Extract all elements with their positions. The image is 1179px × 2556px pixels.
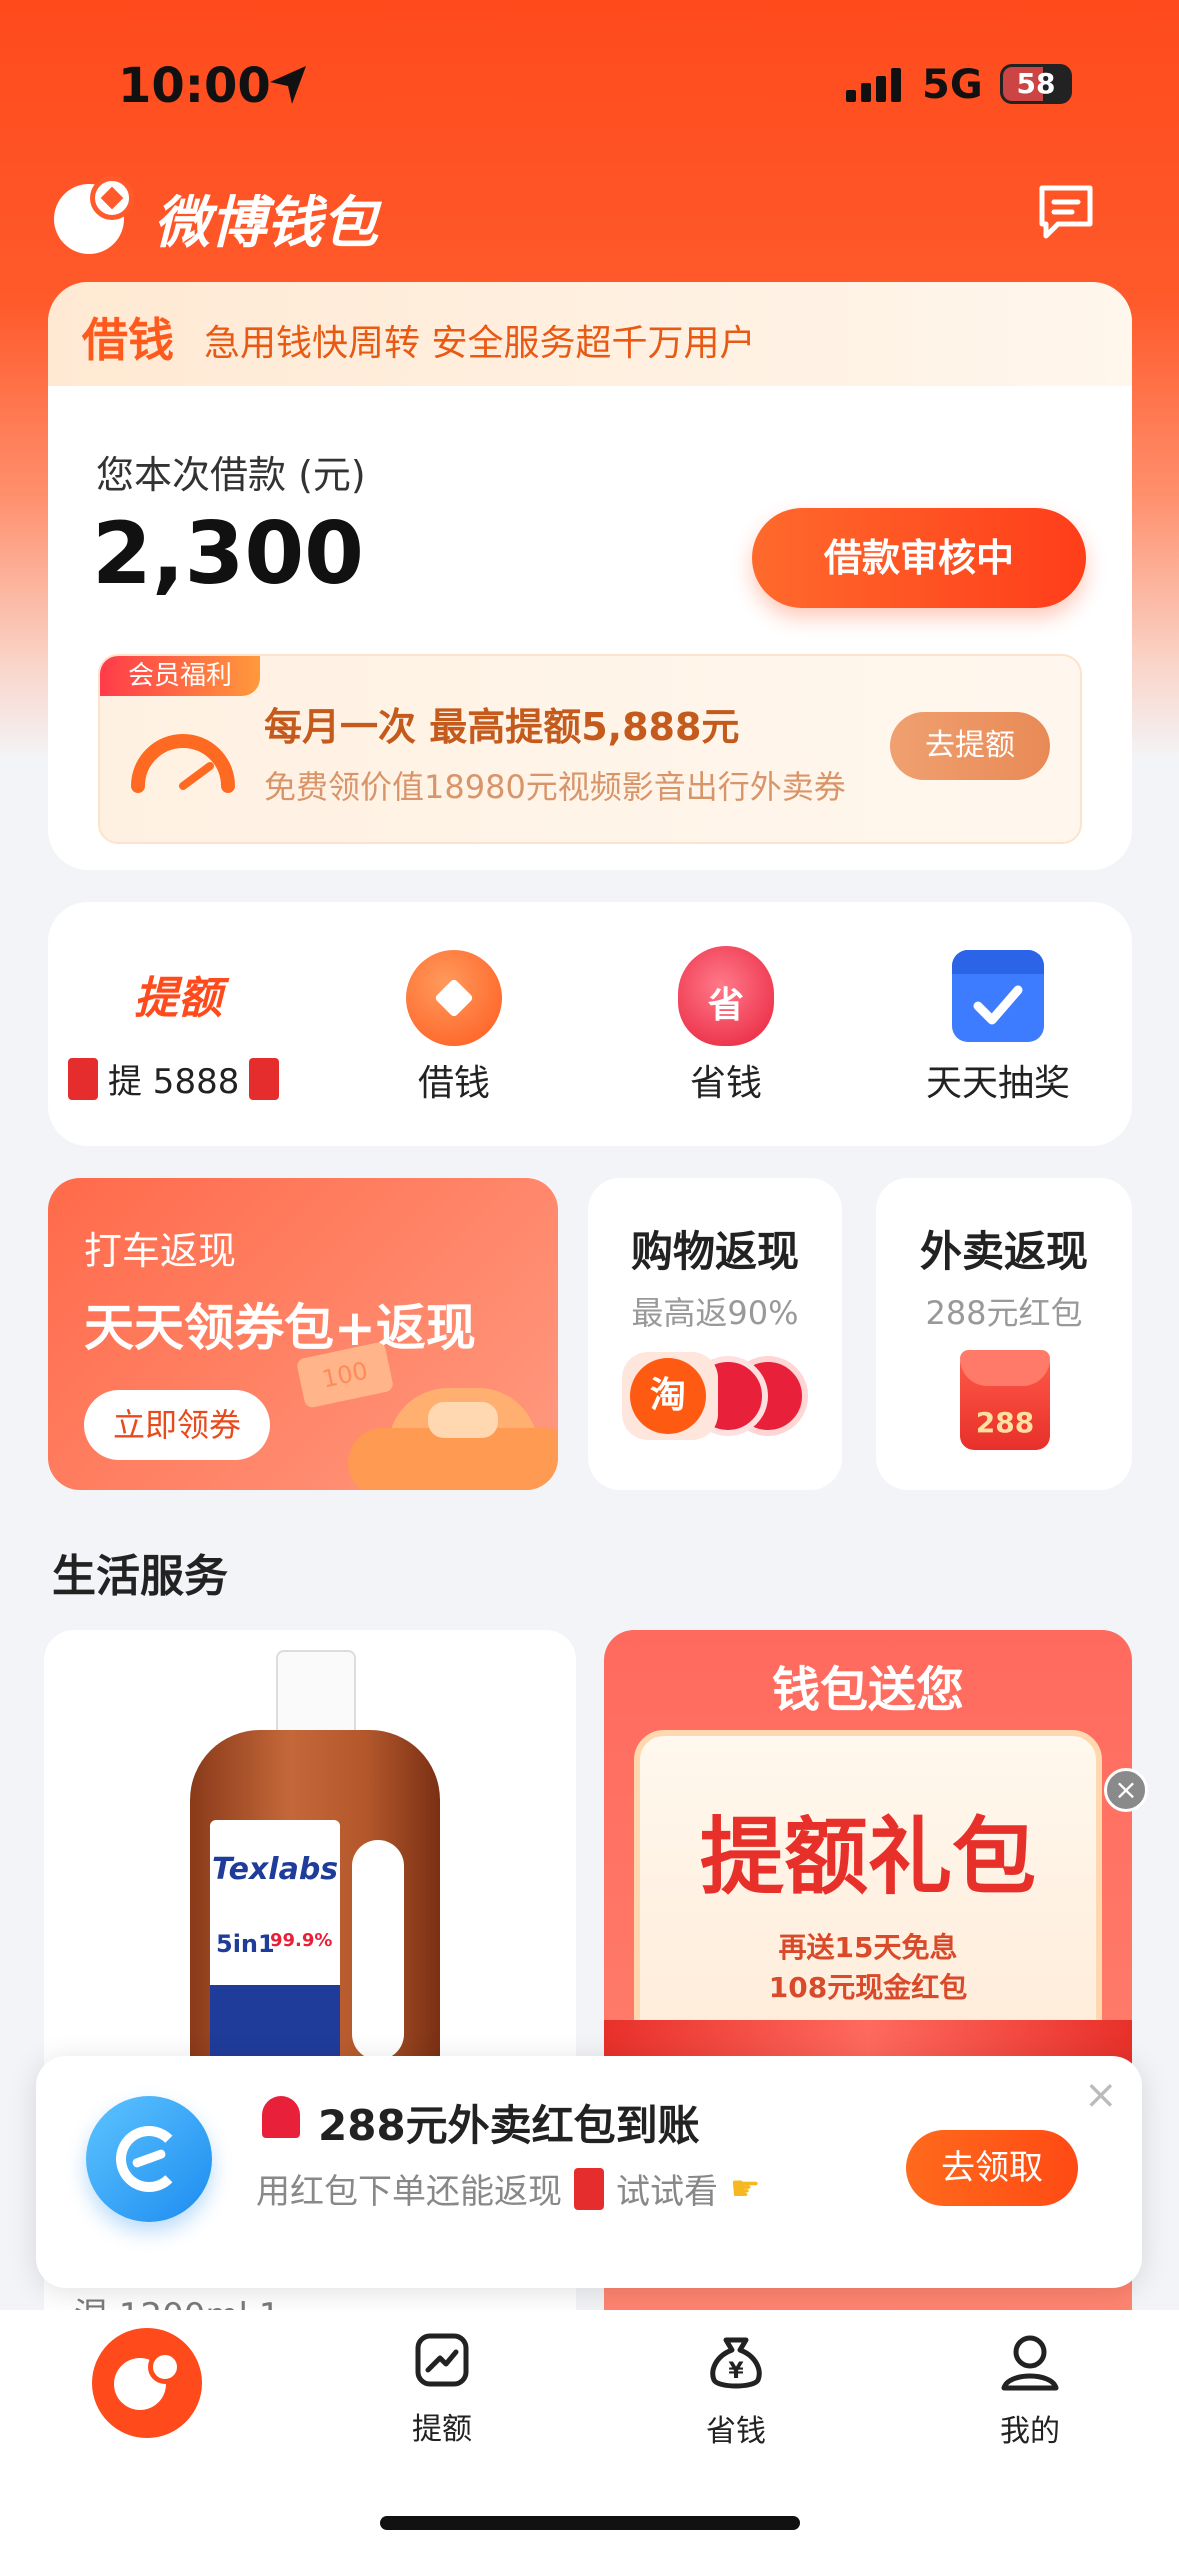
red-packet-icon: 288 xyxy=(960,1350,1050,1450)
battery-level: 58 xyxy=(1016,67,1056,100)
signal-icon xyxy=(846,68,901,102)
red-packet-icon xyxy=(249,1057,280,1100)
shopping-sub: 最高返90% xyxy=(631,1294,799,1332)
siren-icon xyxy=(262,2096,300,2138)
save-icon-text: 省 xyxy=(707,985,744,1026)
tab-save-label: 省钱 xyxy=(706,2414,766,2449)
product-pct: 99.9% xyxy=(270,1930,333,1951)
red-packet-icon xyxy=(68,1057,98,1100)
pointing-hand-icon: ☛ xyxy=(730,2168,761,2209)
section-title: 生活服务 xyxy=(52,1551,228,1602)
tab-save[interactable]: ¥ 省钱 xyxy=(656,2330,816,2450)
taxi-title: 打车返现 xyxy=(84,1229,237,1273)
tab-me-label: 我的 xyxy=(1000,2414,1060,2449)
promo-subtitle: 免费领价值18980元视频影音出行外卖券 xyxy=(264,768,846,806)
tab-home[interactable] xyxy=(92,2328,202,2438)
claim-coupon-button[interactable]: 立即领券 xyxy=(84,1390,270,1460)
notification-title: 288元外卖红包到账 xyxy=(318,2101,700,2150)
money-bag-icon[interactable]: 省 xyxy=(678,946,774,1046)
tab-limit-label: 提额 xyxy=(412,2412,472,2447)
limit-amount: 提 5888 xyxy=(108,1062,240,1102)
quick-action-limit[interactable]: 提 5888 xyxy=(68,1054,318,1103)
try-text: 试试看 xyxy=(616,2172,718,2212)
taobao-icon: 淘 xyxy=(622,1352,718,1440)
gift-line2: 108元现金红包 xyxy=(768,1971,968,2004)
member-promo[interactable]: 会员福利 每月一次 最高提额5,888元 免费领价值18980元视频影音出行外卖… xyxy=(98,654,1082,844)
loan-card: 借钱 急用钱快周转 安全服务超千万用户 您本次借款 (元) 2,300 借款审核… xyxy=(48,282,1132,870)
tab-me[interactable]: 我的 xyxy=(950,2330,1110,2450)
network-type: 5G xyxy=(922,62,983,108)
close-icon[interactable]: × xyxy=(1084,2072,1118,2118)
notification-subtitle: 用红包下单还能返现 试试看 ☛ xyxy=(256,2164,760,2213)
trend-up-icon xyxy=(415,2333,469,2387)
quick-action-save[interactable]: 省钱 xyxy=(626,1054,826,1106)
notification-subtitle-text: 用红包下单还能返现 xyxy=(256,2172,562,2212)
takeout-title: 外卖返现 xyxy=(919,1227,1088,1276)
claim-button[interactable]: 去领取 xyxy=(906,2130,1078,2206)
taxi-headline: 天天领券包+返现 xyxy=(84,1299,476,1357)
quick-action-limit-icon[interactable]: 提额 xyxy=(134,962,222,1026)
location-arrow-icon xyxy=(270,66,306,104)
amount-label: 您本次借款 (元) xyxy=(96,453,366,497)
notification-popup[interactable]: 288元外卖红包到账 用红包下单还能返现 试试看 ☛ 去领取 × xyxy=(36,2056,1142,2288)
message-icon[interactable] xyxy=(1036,182,1096,242)
bottle-cap xyxy=(276,1650,356,1740)
close-icon[interactable]: × xyxy=(1104,1768,1148,1812)
person-icon xyxy=(1001,2335,1059,2391)
gift-line1: 再送15天免息 xyxy=(778,1931,958,1964)
tab-limit[interactable]: 提额 xyxy=(362,2330,522,2448)
taxi-cashback-card[interactable]: 打车返现 天天领券包+返现 100 立即领券 xyxy=(48,1178,558,1490)
car-icon xyxy=(348,1368,558,1490)
loan-tag: 借钱 xyxy=(82,313,174,367)
calendar-check-icon[interactable] xyxy=(952,950,1044,1042)
promo-button[interactable]: 去提额 xyxy=(890,712,1050,780)
shopping-title: 购物返现 xyxy=(630,1227,799,1276)
svg-text:¥: ¥ xyxy=(728,2359,744,2384)
shopping-cashback-card[interactable]: 购物返现 最高返90% 淘 xyxy=(588,1178,842,1490)
takeout-sub: 288元红包 xyxy=(925,1294,1083,1332)
home-indicator xyxy=(380,2516,800,2530)
takeout-cashback-card[interactable]: 外卖返现 288元红包 288 xyxy=(876,1178,1132,1490)
app-title: 微博钱包 xyxy=(154,191,378,256)
quick-action-borrow[interactable]: 借钱 xyxy=(354,1054,554,1106)
borrow-icon[interactable] xyxy=(406,950,502,1046)
red-packet-icon xyxy=(574,2167,604,2210)
yen-bag-icon: ¥ xyxy=(710,2337,762,2389)
loan-status-button[interactable]: 借款审核中 xyxy=(752,508,1086,608)
speedometer-icon xyxy=(131,734,235,793)
status-time: 10:00 xyxy=(118,58,271,114)
battery-icon: 58 xyxy=(1000,64,1072,104)
loan-slogan: 急用钱快周转 安全服务超千万用户 xyxy=(204,323,756,364)
product-sub: 5in1 xyxy=(216,1930,275,1958)
member-badge: 会员福利 xyxy=(100,656,260,696)
wallet-logo-icon xyxy=(54,176,138,254)
promo-title: 每月一次 最高提额5,888元 xyxy=(264,705,740,749)
loan-amount: 2,300 xyxy=(92,504,365,604)
partial-product-text: 湿 1200ml 1 xyxy=(74,2288,280,2310)
quick-actions-card: 提额 提 5888 借钱 省 省钱 天天抽奖 xyxy=(48,902,1132,1146)
product-brand: Texlabs xyxy=(212,1852,339,1887)
eleme-icon xyxy=(86,2096,212,2222)
gift-title: 钱包送您 xyxy=(771,1662,964,1718)
gift-headline: 提额礼包 xyxy=(699,1808,1036,1906)
quick-action-lottery[interactable]: 天天抽奖 xyxy=(898,1054,1098,1106)
